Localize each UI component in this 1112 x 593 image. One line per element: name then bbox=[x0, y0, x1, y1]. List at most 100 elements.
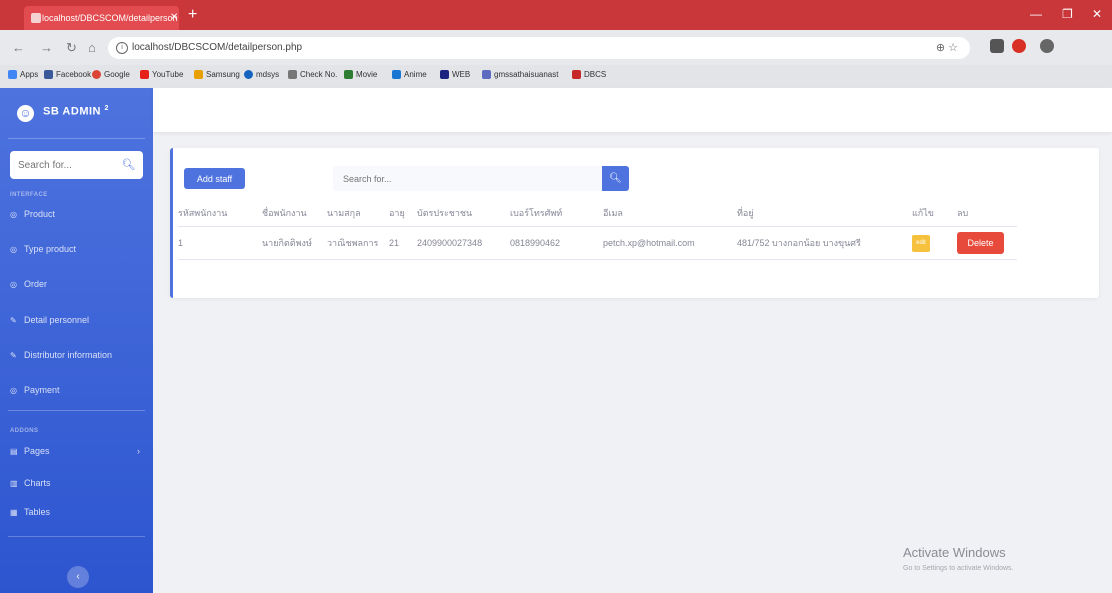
sidebar-heading-addons: ADDONS bbox=[10, 428, 39, 434]
forward-icon[interactable]: → bbox=[40, 40, 53, 55]
staff-search-input[interactable] bbox=[333, 166, 602, 191]
table-icon: ▦ bbox=[10, 508, 18, 517]
sidebar-heading-interface: INTERFACE bbox=[10, 192, 48, 198]
youtube-icon bbox=[140, 70, 149, 79]
table-header-row: รหัสพนักงาน ชื่อพนักงาน นามสกุล อายุ บัต… bbox=[178, 200, 1017, 227]
sidebar-item-tables[interactable]: ▦ Tables bbox=[10, 502, 150, 522]
apps-icon bbox=[8, 70, 17, 79]
staff-table: รหัสพนักงาน ชื่อพนักงาน นามสกุล อายุ บัต… bbox=[178, 200, 1017, 260]
cog-icon: ◎ bbox=[10, 245, 17, 254]
minimize-icon[interactable]: — bbox=[1030, 7, 1042, 21]
bookmark-movie[interactable]: Movie bbox=[344, 70, 377, 79]
sidebar-item-distributor[interactable]: ✎ Distributor information bbox=[10, 345, 150, 365]
cog-icon: ◎ bbox=[10, 280, 17, 289]
facebook-icon bbox=[44, 70, 53, 79]
cell-last-name: วาณิชพลการ bbox=[327, 226, 389, 260]
sidebar-divider bbox=[8, 536, 145, 537]
brand-text: SB ADMIN 2 bbox=[43, 105, 109, 118]
bookmark-apps[interactable]: Apps bbox=[8, 70, 38, 79]
extension-icon[interactable] bbox=[1012, 39, 1026, 53]
close-window-icon[interactable]: ✕ bbox=[1092, 7, 1102, 21]
sidebar-item-pages[interactable]: ▤ Pages › bbox=[10, 441, 150, 461]
column-header: บัตรประชาชน bbox=[417, 200, 510, 227]
search-icon[interactable]: 🔍︎ bbox=[114, 151, 143, 179]
search-icon[interactable]: 🔍︎ bbox=[602, 166, 629, 191]
home-icon[interactable]: ⌂ bbox=[88, 40, 96, 55]
sidebar: ☺ SB ADMIN 2 🔍︎ INTERFACE ◎Product ◎Type… bbox=[0, 88, 153, 593]
wrench-icon: ✎ bbox=[10, 351, 17, 360]
column-header: ลบ bbox=[957, 200, 1017, 227]
tab-close-icon[interactable]: ✕ bbox=[170, 12, 178, 23]
bookmark-mdsys[interactable]: mdsys bbox=[244, 70, 279, 79]
sidebar-item-order[interactable]: ◎ Order bbox=[10, 274, 150, 294]
bookmark-checkno[interactable]: Check No. bbox=[288, 70, 337, 79]
bookmark-google[interactable]: Google bbox=[92, 70, 130, 79]
extension-icon[interactable] bbox=[990, 39, 1004, 53]
tab-favicon-icon bbox=[31, 13, 41, 23]
cell-id-card: 2409900027348 bbox=[417, 226, 510, 260]
samsung-icon bbox=[194, 70, 203, 79]
sidebar-item-product[interactable]: ◎ Product bbox=[10, 204, 150, 224]
cell-email: petch.xp@hotmail.com bbox=[603, 226, 737, 260]
bookmarks-bar: Apps Facebook Google YouTube Samsung mds… bbox=[0, 65, 1112, 88]
tab-title: localhost/DBCSCOM/detailperson bbox=[42, 13, 178, 23]
sidebar-brand[interactable]: ☺ SB ADMIN 2 bbox=[0, 88, 153, 138]
delete-button[interactable]: Delete bbox=[957, 232, 1004, 254]
sidebar-search: 🔍︎ bbox=[10, 151, 143, 179]
cell-delete: Delete bbox=[957, 226, 1017, 260]
bookmark-samsung[interactable]: Samsung bbox=[194, 70, 240, 79]
sidebar-toggle-button[interactable]: ‹ bbox=[67, 566, 89, 588]
sidebar-item-payment[interactable]: ◎ Payment bbox=[10, 380, 150, 400]
cell-phone: 0818990462 bbox=[510, 226, 603, 260]
back-icon[interactable]: ← bbox=[12, 40, 25, 55]
folder-icon: ▤ bbox=[10, 447, 18, 456]
profile-icon[interactable] bbox=[1040, 39, 1054, 53]
movie-icon bbox=[344, 70, 353, 79]
add-staff-button[interactable]: Add staff bbox=[184, 168, 245, 189]
staff-search: 🔍︎ bbox=[333, 166, 629, 191]
new-tab-icon[interactable]: + bbox=[188, 7, 197, 23]
bookmark-youtube[interactable]: YouTube bbox=[140, 70, 183, 79]
cog-icon: ◎ bbox=[10, 210, 17, 219]
bookmark-icon bbox=[482, 70, 491, 79]
address-bar[interactable]: i localhost/DBCSCOM/detailperson.php ⊕ ☆ bbox=[108, 37, 970, 59]
reload-icon[interactable]: ↻ bbox=[66, 40, 77, 56]
chevron-right-icon: › bbox=[137, 446, 140, 456]
sidebar-divider bbox=[8, 410, 145, 411]
sidebar-item-type-product[interactable]: ◎ Type product bbox=[10, 239, 150, 259]
maximize-icon[interactable]: ❐ bbox=[1062, 7, 1073, 21]
info-icon[interactable]: i bbox=[116, 42, 128, 54]
table-row: 1 นายกิตติพงษ์ วาณิชพลการ 21 24099000273… bbox=[178, 226, 1017, 260]
activate-windows-title: Activate Windows bbox=[903, 545, 1006, 560]
chevron-left-icon: ‹ bbox=[76, 571, 80, 582]
web-icon bbox=[440, 70, 449, 79]
dbcs-icon bbox=[572, 70, 581, 79]
bookmark-dbcs[interactable]: DBCS bbox=[572, 70, 606, 79]
wrench-icon: ✎ bbox=[10, 316, 17, 325]
sidebar-item-detail-personnel[interactable]: ✎ Detail personnel bbox=[10, 310, 150, 330]
google-icon bbox=[92, 70, 101, 79]
zoom-icon[interactable]: ⊕ ☆ bbox=[936, 37, 958, 59]
bookmark-facebook[interactable]: Facebook bbox=[44, 70, 91, 79]
chart-icon: ▥ bbox=[10, 479, 18, 488]
anime-icon bbox=[392, 70, 401, 79]
cell-staff-id: 1 bbox=[178, 226, 262, 260]
cog-icon: ◎ bbox=[10, 386, 17, 395]
sidebar-item-charts[interactable]: ▥ Charts bbox=[10, 473, 150, 493]
edit-button[interactable]: edit bbox=[912, 234, 930, 252]
url-text: localhost/DBCSCOM/detailperson.php bbox=[132, 42, 303, 53]
cell-address: 481/752 บางกอกน้อย บางขุนศรี bbox=[737, 226, 912, 260]
laugh-wink-icon: ☺ bbox=[17, 105, 34, 122]
mdsys-icon bbox=[244, 70, 253, 79]
column-header: รหัสพนักงาน bbox=[178, 200, 262, 227]
column-header: ชื่อพนักงาน bbox=[262, 200, 327, 227]
column-header: อายุ bbox=[389, 200, 417, 227]
bookmark-anime[interactable]: Anime bbox=[392, 70, 427, 79]
column-header: เบอร์โทรศัพท์ bbox=[510, 200, 603, 227]
bookmark-gmssathai[interactable]: gmssathaisuanast bbox=[482, 70, 558, 79]
bookmark-web[interactable]: WEB bbox=[440, 70, 470, 79]
cell-first-name: นายกิตติพงษ์ bbox=[262, 226, 327, 260]
activate-windows-subtitle: Go to Settings to activate Windows. bbox=[903, 565, 1014, 572]
browser-tab[interactable]: localhost/DBCSCOM/detailperson bbox=[24, 6, 179, 30]
sidebar-search-input[interactable] bbox=[10, 151, 114, 179]
